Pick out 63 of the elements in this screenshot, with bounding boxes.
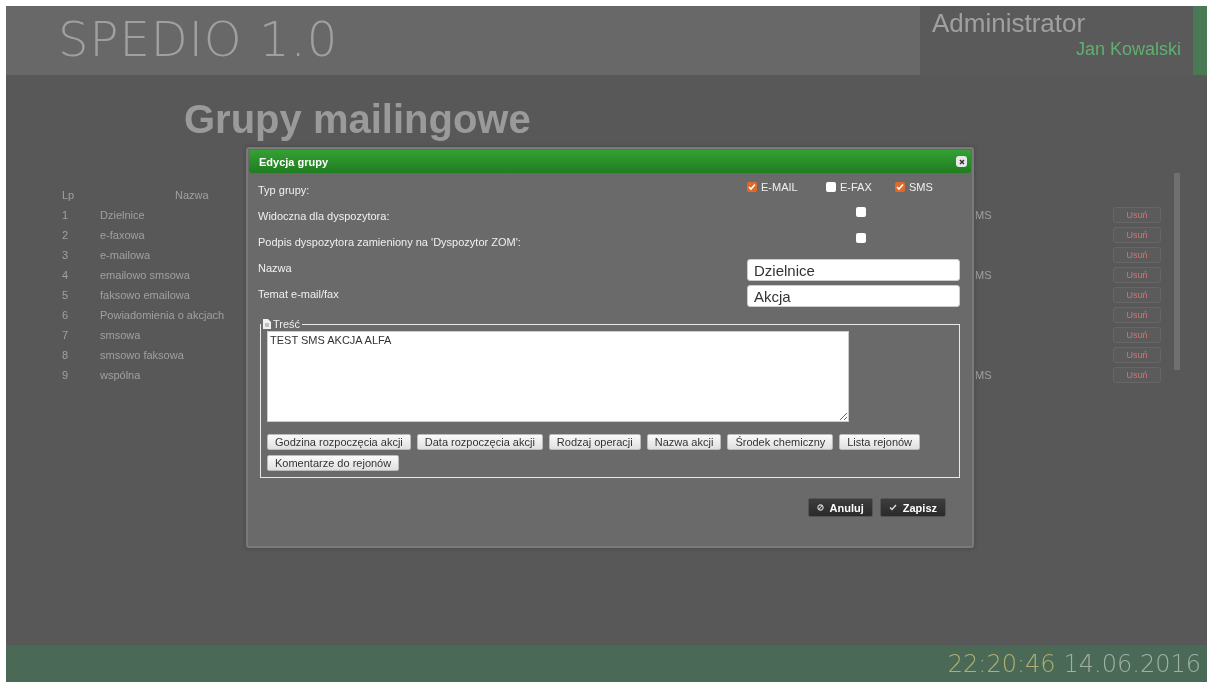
close-icon bbox=[958, 158, 965, 165]
table-cell: faksowo emailowa bbox=[100, 289, 190, 301]
app-title: SPEDIO 1.0 bbox=[57, 10, 340, 69]
scrollbar[interactable] bbox=[1174, 173, 1180, 370]
table-cell: 3 bbox=[62, 249, 69, 261]
table-cell: MS bbox=[975, 209, 992, 221]
fieldset-legend: Treść bbox=[273, 318, 301, 330]
clock-date: 14.06.2016 bbox=[1063, 649, 1201, 678]
checkbox-label: E-FAX bbox=[840, 181, 872, 193]
checkbox-label: E-MAIL bbox=[761, 181, 798, 193]
check-icon bbox=[888, 504, 897, 511]
table-cell: e-mailowa bbox=[100, 249, 151, 261]
user-role: Administrator bbox=[932, 8, 1087, 39]
page-title: Grupy mailingowe bbox=[184, 96, 531, 143]
table-cell: smsowa bbox=[100, 329, 141, 341]
table-cell: MS bbox=[975, 269, 992, 281]
text-input[interactable]: Akcja bbox=[747, 285, 960, 307]
dialog-title: Edycja grupy bbox=[259, 155, 329, 168]
field-label: Podpis dyspozytora zamieniony na 'Dyspozytor ZOM': bbox=[258, 235, 522, 248]
table-cell: 6 bbox=[62, 309, 69, 321]
table-cell: 4 bbox=[62, 269, 69, 281]
close-button[interactable] bbox=[956, 156, 967, 167]
table-cell: smsowo faksowa bbox=[100, 349, 184, 361]
table-cell: 1 bbox=[62, 209, 69, 221]
field-label: Widoczna dla dyspozytora: bbox=[258, 209, 391, 222]
table-cell: 8 bbox=[62, 349, 69, 361]
insert-placeholder-button[interactable]: Środek chemiczny bbox=[727, 434, 834, 450]
field-label: Typ grupy: bbox=[258, 183, 311, 196]
insert-placeholder-button[interactable]: Godzina rozpoczęcia akcji bbox=[267, 434, 411, 450]
table-cell: 2 bbox=[62, 229, 69, 241]
insert-placeholder-button[interactable]: Nazwa akcji bbox=[646, 434, 722, 450]
table-cell: 7 bbox=[62, 329, 69, 341]
insert-placeholder-button[interactable]: Data rozpoczęcia akcji bbox=[416, 434, 543, 450]
checkbox[interactable] bbox=[895, 182, 905, 192]
insert-placeholder-button[interactable]: Lista rejonów bbox=[839, 434, 921, 450]
table-cell: 5 bbox=[62, 289, 69, 301]
column-header: Lp bbox=[62, 189, 75, 201]
side-strip bbox=[1193, 6, 1207, 75]
cancel-icon bbox=[816, 504, 824, 511]
checkbox[interactable] bbox=[747, 182, 757, 192]
column-header: Nazwa bbox=[175, 189, 209, 201]
checkbox[interactable] bbox=[856, 207, 866, 217]
text-input[interactable]: Dzielnice bbox=[747, 259, 960, 281]
save-button[interactable]: Zapisz bbox=[879, 498, 946, 517]
clock-time: 22:20:46 bbox=[947, 649, 1056, 678]
table-cell: wspólna bbox=[100, 369, 141, 381]
checkbox[interactable] bbox=[826, 182, 836, 192]
insert-placeholder-button[interactable]: Rodzaj operacji bbox=[548, 434, 641, 450]
insert-placeholder-button[interactable]: Komentarze do rejonów bbox=[267, 455, 400, 471]
table-cell: Dzielnice bbox=[100, 209, 145, 221]
table-cell: Powiadomienia o akcjach bbox=[100, 309, 225, 321]
document-icon bbox=[263, 319, 271, 329]
table-cell: 9 bbox=[62, 369, 69, 381]
table-cell: emailowo smsowa bbox=[100, 269, 190, 281]
field-label: Nazwa bbox=[258, 261, 293, 274]
checkbox-label: SMS bbox=[909, 181, 933, 193]
table-cell: MS bbox=[975, 369, 992, 381]
checkbox[interactable] bbox=[856, 233, 866, 243]
message-textarea[interactable]: TEST SMS AKCJA ALFA bbox=[267, 331, 849, 422]
cancel-button[interactable]: Anuluj bbox=[807, 498, 873, 517]
field-label: Temat e-mail/fax bbox=[258, 287, 340, 300]
table-cell: e-faxowa bbox=[100, 229, 145, 241]
user-name: Jan Kowalski bbox=[1075, 39, 1181, 60]
